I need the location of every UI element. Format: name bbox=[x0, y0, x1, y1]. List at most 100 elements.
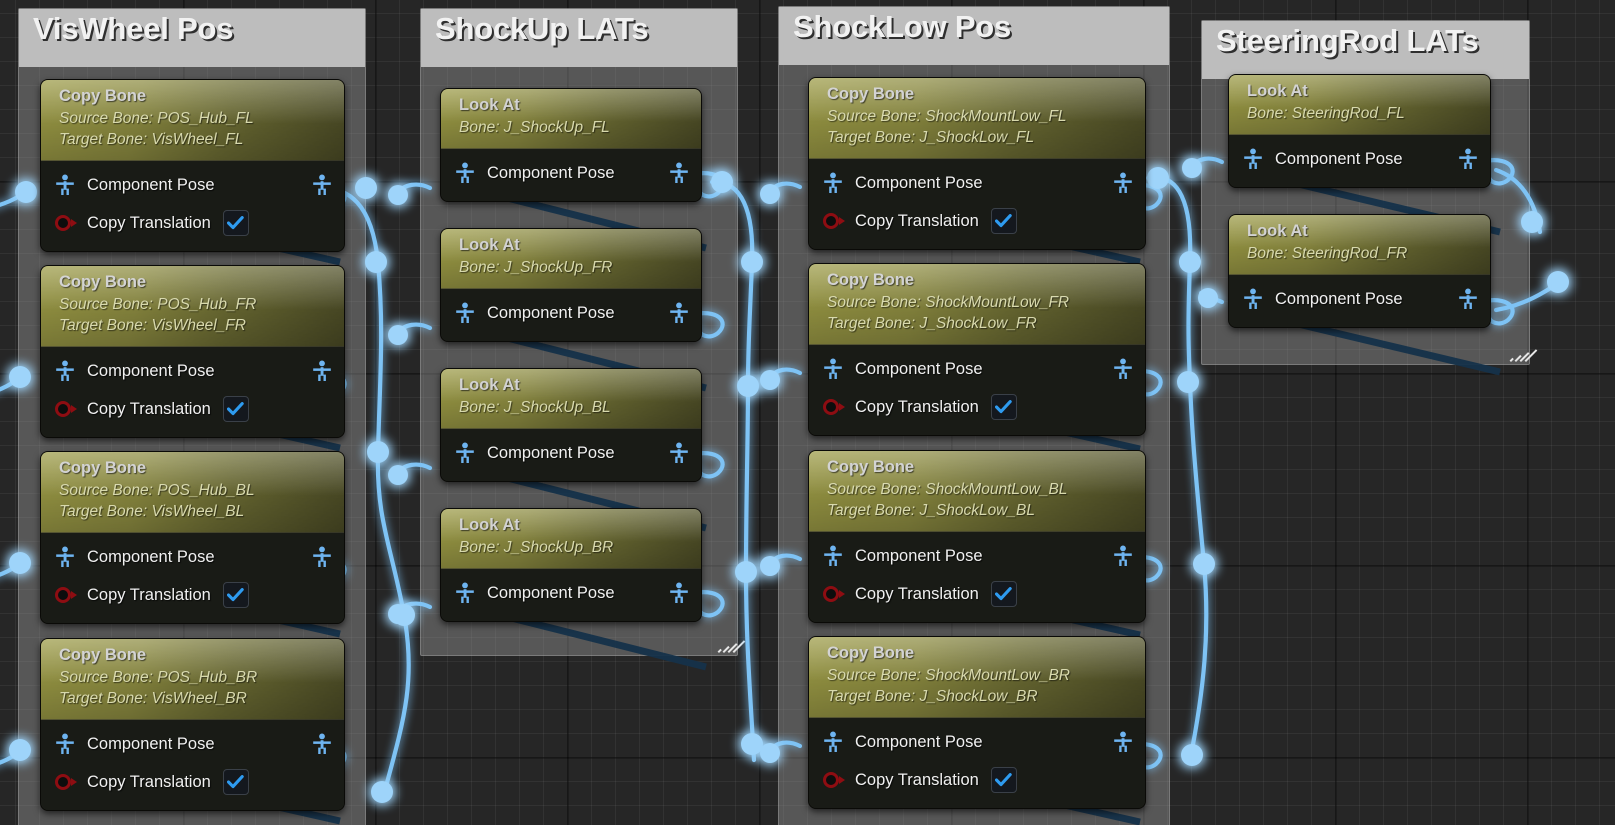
pin-row-component-pose: Component Pose bbox=[1229, 140, 1490, 178]
skeleton-person-icon[interactable] bbox=[669, 302, 689, 324]
node-title-bar[interactable]: Copy Bone Source Bone: ShockMountLow_BL Ta… bbox=[809, 451, 1145, 532]
anim-node[interactable]: Copy Bone Source Bone: POS_Hub_FL Target B… bbox=[40, 79, 345, 252]
copy-translation-checkbox[interactable] bbox=[222, 396, 249, 422]
bool-circle-pin-icon[interactable] bbox=[55, 213, 77, 233]
node-subtitle-line-2: Target Bone: J_ShockLow_BR bbox=[827, 688, 1038, 706]
node-title-bar[interactable]: Look At Bone: J_ShockUp_FR bbox=[441, 229, 701, 290]
node-title-bar[interactable]: Copy Bone Source Bone: POS_Hub_FL Target B… bbox=[41, 80, 344, 161]
bool-circle-pin-icon[interactable] bbox=[823, 770, 845, 790]
skeleton-person-icon[interactable] bbox=[1458, 148, 1478, 170]
copy-translation-checkbox[interactable] bbox=[990, 394, 1017, 420]
skeleton-person-icon[interactable] bbox=[823, 545, 843, 567]
skeleton-person-icon[interactable] bbox=[312, 546, 332, 568]
node-subtitle-line-1: Bone: SteeringRod_FL bbox=[1247, 105, 1405, 123]
skeleton-person-icon[interactable] bbox=[1243, 148, 1263, 170]
resize-grip-icon[interactable] bbox=[1504, 342, 1538, 362]
anim-node[interactable]: Look At Bone: J_ShockUp_BL Component Pose bbox=[440, 368, 702, 483]
bool-circle-pin-icon[interactable] bbox=[55, 585, 77, 605]
comment-header-shocklow-pos[interactable]: ShockLow Pos bbox=[779, 7, 1169, 65]
skeleton-person-icon[interactable] bbox=[312, 360, 332, 382]
skeleton-person-icon[interactable] bbox=[1113, 358, 1133, 380]
anim-node[interactable]: Look At Bone: J_ShockUp_FR Component Pose bbox=[440, 228, 702, 343]
anim-node[interactable]: Copy Bone Source Bone: POS_Hub_FR Target B… bbox=[40, 265, 345, 438]
skeleton-person-icon[interactable] bbox=[55, 733, 75, 755]
skeleton-person-icon[interactable] bbox=[669, 582, 689, 604]
skeleton-person-icon[interactable] bbox=[1113, 731, 1133, 753]
anim-node[interactable]: Copy Bone Source Bone: ShockMountLow_FL Ta… bbox=[808, 77, 1146, 250]
skeleton-person-icon[interactable] bbox=[312, 733, 332, 755]
anim-node[interactable]: Look At Bone: SteeringRod_FL Component Pos… bbox=[1228, 74, 1491, 189]
copy-translation-checkbox[interactable] bbox=[990, 208, 1017, 234]
pin-label-copy-translation: Copy Translation bbox=[87, 772, 211, 791]
comment-header-viswheel-pos[interactable]: VisWheel Pos bbox=[19, 9, 365, 67]
node-title-bar[interactable]: Look At Bone: J_ShockUp_BR bbox=[441, 509, 701, 570]
bool-circle-pin-icon[interactable] bbox=[823, 211, 845, 231]
node-type-label: Copy Bone bbox=[827, 85, 915, 103]
skeleton-person-icon[interactable] bbox=[455, 162, 475, 184]
skeleton-person-icon[interactable] bbox=[1243, 288, 1263, 310]
resize-grip-icon[interactable] bbox=[712, 633, 746, 653]
comment-header-shockup-lats[interactable]: ShockUp LATs bbox=[421, 9, 737, 67]
node-title-bar[interactable]: Look At Bone: SteeringRod_FL bbox=[1229, 75, 1490, 136]
anim-node[interactable]: Copy Bone Source Bone: ShockMountLow_FR Ta… bbox=[808, 263, 1146, 436]
pin-row-component-pose: Component Pose bbox=[41, 166, 344, 204]
node-title-bar[interactable]: Look At Bone: J_ShockUp_FL bbox=[441, 89, 701, 150]
copy-translation-checkbox[interactable] bbox=[222, 210, 249, 236]
skeleton-person-icon[interactable] bbox=[669, 442, 689, 464]
comment-header-steeringrod-lats[interactable]: SteeringRod LATs bbox=[1202, 21, 1529, 79]
node-body: Component Pose Copy Translation bbox=[41, 720, 344, 810]
skeleton-person-icon[interactable] bbox=[823, 731, 843, 753]
anim-node[interactable]: Look At Bone: J_ShockUp_BR Component Pose bbox=[440, 508, 702, 623]
pin-label-copy-translation: Copy Translation bbox=[855, 397, 979, 416]
anim-node[interactable]: Look At Bone: J_ShockUp_FL Component Pose bbox=[440, 88, 702, 203]
skeleton-person-icon[interactable] bbox=[55, 546, 75, 568]
node-subtitle-line-2: Target Bone: VisWheel_FL bbox=[59, 131, 244, 149]
node-subtitle-line-1: Source Bone: POS_Hub_FR bbox=[59, 296, 257, 314]
anim-node[interactable]: Copy Bone Source Bone: POS_Hub_BR Target B… bbox=[40, 638, 345, 811]
node-type-label: Look At bbox=[1247, 222, 1308, 240]
node-title-bar[interactable]: Copy Bone Source Bone: POS_Hub_BR Target B… bbox=[41, 639, 344, 720]
node-subtitle-line-2: Target Bone: J_ShockLow_FR bbox=[827, 315, 1037, 333]
skeleton-person-icon[interactable] bbox=[312, 174, 332, 196]
skeleton-person-icon[interactable] bbox=[669, 162, 689, 184]
node-title-bar[interactable]: Look At Bone: SteeringRod_FR bbox=[1229, 215, 1490, 276]
node-title-bar[interactable]: Copy Bone Source Bone: ShockMountLow_FL Ta… bbox=[809, 78, 1145, 159]
anim-node[interactable]: Copy Bone Source Bone: ShockMountLow_BR Ta… bbox=[808, 636, 1146, 809]
copy-translation-checkbox[interactable] bbox=[990, 581, 1017, 607]
bool-circle-pin-icon[interactable] bbox=[823, 584, 845, 604]
skeleton-person-icon[interactable] bbox=[1113, 545, 1133, 567]
bool-circle-pin-icon[interactable] bbox=[55, 399, 77, 419]
skeleton-person-icon[interactable] bbox=[1113, 172, 1133, 194]
node-subtitle-line-2: Target Bone: J_ShockLow_BL bbox=[827, 502, 1035, 520]
anim-node[interactable]: Copy Bone Source Bone: POS_Hub_BL Target B… bbox=[40, 451, 345, 624]
node-title-bar[interactable]: Copy Bone Source Bone: POS_Hub_FR Target B… bbox=[41, 266, 344, 347]
node-subtitle-line-1: Bone: SteeringRod_FR bbox=[1247, 245, 1408, 263]
node-title-bar[interactable]: Copy Bone Source Bone: ShockMountLow_FR Ta… bbox=[809, 264, 1145, 345]
anim-node[interactable]: Look At Bone: SteeringRod_FR Component Pos… bbox=[1228, 214, 1491, 329]
skeleton-person-icon[interactable] bbox=[1458, 288, 1478, 310]
animation-blueprint-graph-canvas[interactable]: VisWheel Pos ShockUp LATs ShockLow Pos Stee… bbox=[0, 0, 1615, 825]
bool-circle-pin-icon[interactable] bbox=[55, 772, 77, 792]
skeleton-person-icon[interactable] bbox=[823, 172, 843, 194]
copy-translation-checkbox[interactable] bbox=[222, 582, 249, 608]
node-type-label: Look At bbox=[459, 96, 520, 114]
pin-label-copy-translation: Copy Translation bbox=[87, 585, 211, 604]
skeleton-person-icon[interactable] bbox=[55, 360, 75, 382]
copy-translation-checkbox[interactable] bbox=[222, 769, 249, 795]
node-title-bar[interactable]: Copy Bone Source Bone: ShockMountLow_BR Ta… bbox=[809, 637, 1145, 718]
skeleton-person-icon[interactable] bbox=[823, 358, 843, 380]
node-body: Component Pose bbox=[441, 569, 701, 622]
anim-node[interactable]: Copy Bone Source Bone: ShockMountLow_BL Ta… bbox=[808, 450, 1146, 623]
skeleton-person-icon[interactable] bbox=[455, 442, 475, 464]
skeleton-person-icon[interactable] bbox=[455, 582, 475, 604]
node-title-bar[interactable]: Copy Bone Source Bone: POS_Hub_BL Target B… bbox=[41, 452, 344, 533]
node-type-label: Copy Bone bbox=[827, 271, 915, 289]
pin-row-component-pose: Component Pose bbox=[809, 723, 1145, 761]
copy-translation-checkbox[interactable] bbox=[990, 767, 1017, 793]
skeleton-person-icon[interactable] bbox=[455, 302, 475, 324]
node-title-bar[interactable]: Look At Bone: J_ShockUp_BL bbox=[441, 369, 701, 430]
bool-circle-pin-icon[interactable] bbox=[823, 397, 845, 417]
pin-label-component-pose: Component Pose bbox=[1275, 149, 1403, 168]
node-type-label: Copy Bone bbox=[827, 644, 915, 662]
skeleton-person-icon[interactable] bbox=[55, 174, 75, 196]
